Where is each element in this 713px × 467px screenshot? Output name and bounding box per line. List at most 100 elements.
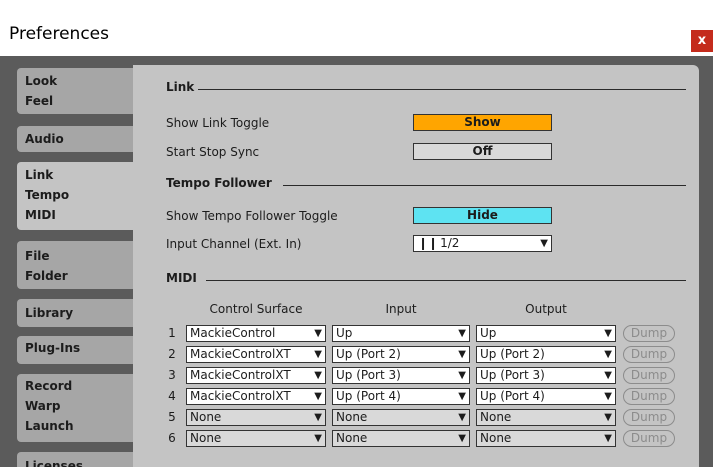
midi-input-value: Up (Port 3) (336, 368, 401, 382)
control-surface-select[interactable]: MackieControlXT ▼ (186, 388, 326, 405)
tab-file-folder[interactable]: File Folder (17, 241, 133, 289)
column-header-control-surface: Control Surface (209, 302, 303, 316)
control-surface-value: MackieControlXT (190, 389, 291, 403)
midi-row-number: 1 (168, 326, 176, 340)
tab-label-line: Licenses (25, 459, 83, 467)
midi-output-select[interactable]: Up (Port 2) ▼ (476, 346, 616, 363)
midi-row-number: 2 (168, 347, 176, 361)
chevron-down-icon: ▼ (458, 433, 466, 444)
column-header-output: Output (525, 302, 567, 316)
control-surface-select[interactable]: MackieControlXT ▼ (186, 367, 326, 384)
column-header-input: Input (385, 302, 417, 316)
midi-output-value: Up (Port 4) (480, 389, 545, 403)
midi-input-select[interactable]: Up (Port 4) ▼ (332, 388, 470, 405)
tab-label-line: Feel (25, 94, 54, 108)
control-surface-select[interactable]: None ▼ (186, 409, 326, 426)
midi-input-value: Up (Port 2) (336, 347, 401, 361)
chevron-down-icon: ▼ (540, 238, 548, 249)
window-title: Preferences (9, 24, 109, 44)
control-surface-select[interactable]: MackieControl ▼ (186, 325, 326, 342)
control-surface-value: None (190, 410, 222, 424)
chevron-down-icon: ▼ (458, 412, 466, 423)
tab-label-line: Tempo (25, 188, 70, 202)
tab-library[interactable]: Library (17, 299, 133, 327)
chevron-down-icon: ▼ (604, 370, 612, 381)
dump-button[interactable]: Dump (623, 430, 675, 447)
chevron-down-icon: ▼ (604, 349, 612, 360)
midi-input-select[interactable]: Up ▼ (332, 325, 470, 342)
dump-button[interactable]: Dump (623, 367, 675, 384)
control-surface-value: MackieControl (190, 326, 276, 340)
tab-licenses[interactable]: Licenses (17, 452, 133, 467)
section-divider (206, 280, 686, 281)
section-link-title: Link (166, 80, 195, 94)
title-bar: Preferences x (0, 0, 713, 56)
start-stop-sync-button[interactable]: Off (413, 143, 552, 160)
midi-output-value: Up (480, 326, 497, 340)
section-midi-title: MIDI (166, 271, 197, 285)
dump-button[interactable]: Dump (623, 409, 675, 426)
tab-label-line: Record (25, 379, 73, 393)
tab-link-tempo-midi[interactable]: Link Tempo MIDI (17, 162, 142, 230)
tab-label-line: File (25, 249, 50, 263)
midi-output-select[interactable]: None ▼ (476, 430, 616, 447)
midi-output-value: None (480, 431, 512, 445)
close-button[interactable]: x (691, 30, 713, 52)
chevron-down-icon: ▼ (604, 412, 612, 423)
tab-plug-ins[interactable]: Plug-Ins (17, 336, 133, 364)
control-surface-select[interactable]: MackieControlXT ▼ (186, 346, 326, 363)
dump-button[interactable]: Dump (623, 325, 675, 342)
midi-row-number: 5 (168, 410, 176, 424)
dump-button[interactable]: Dump (623, 388, 675, 405)
tab-label-line: Launch (25, 419, 74, 433)
input-channel-select[interactable]: ❙❙ 1/2 ▼ (413, 235, 552, 252)
show-tempo-follower-toggle-label: Show Tempo Follower Toggle (166, 209, 338, 223)
midi-row-number: 3 (168, 368, 176, 382)
show-link-toggle-button[interactable]: Show (413, 114, 552, 131)
chevron-down-icon: ▼ (458, 349, 466, 360)
control-surface-value: MackieControlXT (190, 347, 291, 361)
control-surface-select[interactable]: None ▼ (186, 430, 326, 447)
tab-label-line: Warp (25, 399, 61, 413)
tab-label-line: MIDI (25, 208, 56, 222)
midi-row-number: 6 (168, 431, 176, 445)
section-divider (198, 89, 686, 90)
chevron-down-icon: ▼ (314, 433, 322, 444)
tab-look-feel[interactable]: Look Feel (17, 68, 133, 114)
midi-output-value: None (480, 410, 512, 424)
chevron-down-icon: ▼ (314, 412, 322, 423)
input-channel-value: 1/2 (440, 236, 460, 250)
midi-input-select[interactable]: None ▼ (332, 430, 470, 447)
midi-output-value: Up (Port 3) (480, 368, 545, 382)
midi-input-value: Up (Port 4) (336, 389, 401, 403)
midi-output-select[interactable]: None ▼ (476, 409, 616, 426)
chevron-down-icon: ▼ (314, 349, 322, 360)
chevron-down-icon: ▼ (604, 433, 612, 444)
tab-label-line: Look (25, 74, 58, 88)
chevron-down-icon: ▼ (314, 370, 322, 381)
section-divider (283, 185, 686, 186)
tab-record-warp-launch[interactable]: Record Warp Launch (17, 374, 133, 442)
midi-input-value: None (336, 410, 368, 424)
midi-input-value: Up (336, 326, 353, 340)
preferences-client: Look Feel Audio Link Tempo MIDI File Fol… (0, 56, 713, 467)
midi-input-select[interactable]: Up (Port 3) ▼ (332, 367, 470, 384)
chevron-down-icon: ▼ (314, 328, 322, 339)
chevron-down-icon: ▼ (458, 328, 466, 339)
tab-label-line: Plug-Ins (25, 341, 81, 355)
midi-input-select[interactable]: None ▼ (332, 409, 470, 426)
midi-output-select[interactable]: Up (Port 3) ▼ (476, 367, 616, 384)
tab-audio[interactable]: Audio (17, 126, 133, 152)
channel-bars-icon: ❙❙ (418, 236, 439, 250)
chevron-down-icon: ▼ (458, 370, 466, 381)
midi-row-number: 4 (168, 389, 176, 403)
midi-input-select[interactable]: Up (Port 2) ▼ (332, 346, 470, 363)
midi-output-select[interactable]: Up ▼ (476, 325, 616, 342)
dump-button[interactable]: Dump (623, 346, 675, 363)
tab-label-line: Library (25, 306, 74, 320)
chevron-down-icon: ▼ (604, 391, 612, 402)
control-surface-value: None (190, 431, 222, 445)
show-tempo-follower-toggle-button[interactable]: Hide (413, 207, 552, 224)
tab-label-line: Link (25, 168, 54, 182)
midi-output-select[interactable]: Up (Port 4) ▼ (476, 388, 616, 405)
